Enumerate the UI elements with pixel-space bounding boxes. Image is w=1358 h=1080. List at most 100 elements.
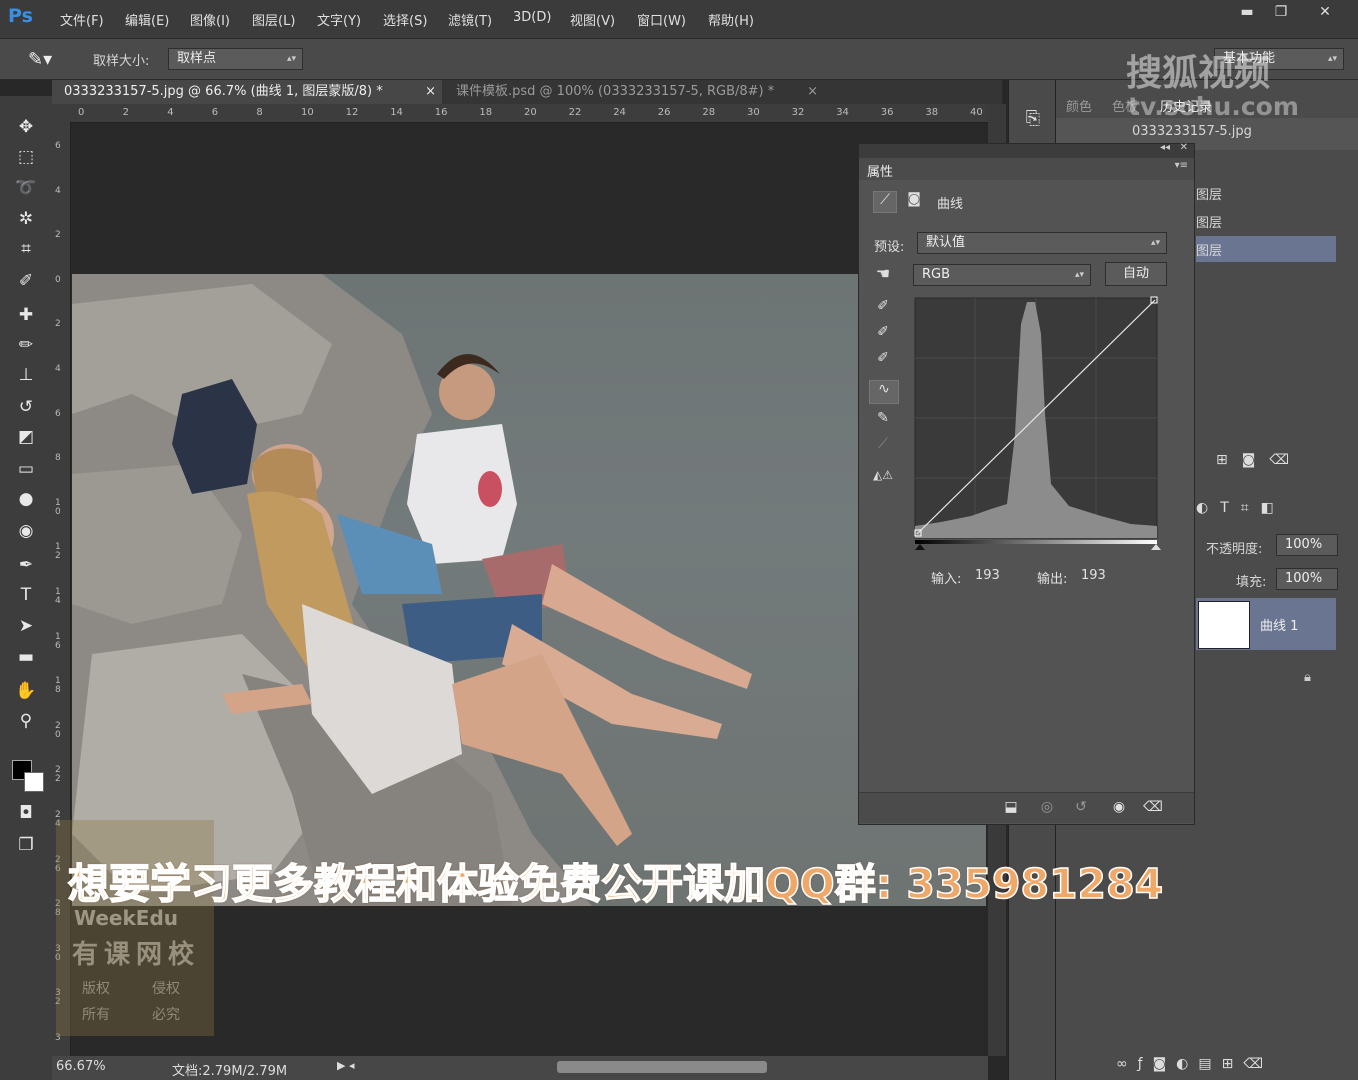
curves-adjustment-icon[interactable]: ⟋ [873, 191, 897, 213]
history-item[interactable]: 图层 [1196, 180, 1336, 206]
fill-input[interactable]: 100% [1276, 568, 1338, 590]
channel-select[interactable]: RGB ▴▾ [913, 264, 1091, 286]
properties-title[interactable]: 属性 [867, 161, 893, 180]
magic-wand-tool-icon[interactable]: ✲ [12, 206, 40, 232]
menu-3d[interactable]: 3D(D) [513, 10, 551, 25]
close-window-button[interactable]: ✕ [1300, 0, 1350, 24]
clone-stamp-tool-icon[interactable]: ⊥ [12, 362, 40, 388]
smooth-curve-icon[interactable]: ⟋ [871, 436, 895, 452]
layer-row-curves[interactable]: 曲线 1 [1196, 598, 1336, 650]
screen-mode-icon[interactable]: ❐ [12, 832, 40, 858]
menu-help[interactable]: 帮助(H) [708, 10, 754, 29]
pencil-draw-icon[interactable]: ✎ [871, 410, 895, 426]
zoom-level[interactable]: 66.67% [56, 1059, 106, 1074]
pen-tool-icon[interactable]: ✒ [12, 552, 40, 578]
delete-icon[interactable]: ⌫ [1141, 799, 1165, 815]
healing-brush-tool-icon[interactable]: ✚ [12, 302, 40, 328]
select-arrows-icon: ▴▾ [1074, 270, 1084, 280]
document-photo[interactable] [72, 274, 986, 906]
tab-close-icon[interactable]: × [425, 80, 436, 104]
sample-size-select[interactable]: 取样点 ▴▾ [168, 48, 303, 70]
ruler-tick-label: 1 0 [55, 497, 61, 517]
path-selection-tool-icon[interactable]: ➤ [12, 613, 40, 639]
sohu-watermark: 搜狐视频 [1126, 53, 1271, 94]
layers-footer-icons[interactable]: ∞ƒ◙◐▤⊞⌫ [1116, 1056, 1356, 1076]
brush-tool-icon[interactable]: ✏ [12, 332, 40, 358]
auto-button[interactable]: 自动 [1105, 262, 1167, 286]
eyedropper-preset-icon[interactable]: ✎▾ [28, 49, 52, 70]
ruler-tick-label: 38 [925, 107, 939, 118]
menu-edit[interactable]: 编辑(E) [125, 10, 169, 29]
restore-button[interactable]: ❐ [1262, 0, 1300, 24]
curves-graph[interactable] [911, 294, 1165, 554]
toolbox: ✥ ⬚ ➰ ✲ ⌗ ✐ ✚ ✏ ⊥ ↺ ◩ ▭ ● ◉ ✒ T ➤ ▬ ✋ ⚲ … [0, 96, 53, 1080]
ruler-tick-label: 14 [390, 107, 403, 118]
history-item[interactable]: 图层 [1196, 208, 1336, 234]
marquee-tool-icon[interactable]: ⬚ [12, 144, 40, 170]
tab-close-icon[interactable]: × [807, 80, 818, 104]
layer-name[interactable]: 曲线 1 [1260, 615, 1298, 634]
view-previous-icon[interactable]: ◎ [1035, 799, 1059, 815]
layer-filter-icons[interactable]: ◐T⌗◧ [1196, 500, 1358, 530]
menu-type[interactable]: 文字(Y) [317, 10, 361, 29]
type-tool-icon[interactable]: T [12, 582, 40, 608]
ruler-tick-label: 2 [55, 319, 61, 330]
black-point-eyedropper-icon[interactable]: ✐ [871, 298, 895, 314]
targeted-adjustment-icon[interactable]: ☚ [869, 264, 897, 286]
menu-layer[interactable]: 图层(L) [252, 10, 295, 29]
ruler-tick-label: 0 [78, 107, 85, 118]
panel-menu-icon[interactable]: ▾≡ [1175, 160, 1188, 171]
ruler-tick-label: 30 [747, 107, 760, 118]
sample-size-label: 取样大小: [93, 54, 150, 69]
opacity-input[interactable]: 100% [1276, 534, 1338, 556]
minimize-button[interactable]: ▬ [1228, 0, 1266, 24]
reset-icon[interactable]: ↺ [1069, 799, 1093, 815]
dodge-tool-icon[interactable]: ◉ [12, 518, 40, 544]
eyedropper-tool-icon[interactable]: ✐ [12, 268, 40, 294]
white-point-eyedropper-icon[interactable]: ✐ [871, 350, 895, 366]
collapse-icon[interactable]: ◂◂ [1160, 142, 1170, 153]
status-bar: 66.67% 文档:2.79M/2.79M ▶ ◂ [52, 1056, 988, 1080]
gray-point-eyedropper-icon[interactable]: ✐ [871, 324, 895, 340]
preset-label: 预设: [874, 240, 905, 255]
ruler-tick-label: 12 [345, 107, 359, 118]
lasso-tool-icon[interactable]: ➰ [12, 175, 40, 201]
rectangle-tool-icon[interactable]: ▬ [12, 644, 40, 670]
history-brush-tool-icon[interactable]: ↺ [12, 394, 40, 420]
zoom-tool-icon[interactable]: ⚲ [12, 708, 40, 734]
eraser-tool-icon[interactable]: ◩ [12, 424, 40, 450]
menu-image[interactable]: 图像(I) [190, 10, 230, 29]
ruler-tick-label: 16 [434, 107, 448, 118]
horizontal-scroll-thumb[interactable] [557, 1061, 767, 1073]
tab-document-template[interactable]: 课件模板.psd @ 100% (0333233157-5, RGB/8#) *… [444, 80, 824, 104]
menu-filter[interactable]: 滤镜(T) [448, 10, 492, 29]
panel-close-icon[interactable]: ✕ [1180, 142, 1188, 153]
move-tool-icon[interactable]: ✥ [12, 114, 40, 140]
gradient-tool-icon[interactable]: ▭ [12, 456, 40, 482]
ruler-tick-label: 24 [613, 107, 626, 118]
blur-tool-icon[interactable]: ● [12, 486, 40, 512]
sample-size-value: 取样点 [177, 51, 217, 66]
menu-view[interactable]: 视图(V) [570, 10, 615, 29]
visibility-eye-icon[interactable]: ◉ [1107, 799, 1131, 815]
history-panel-icon[interactable]: ⎘ [1019, 108, 1047, 136]
quick-mask-icon[interactable]: ◘ [12, 800, 40, 826]
curve-points-icon[interactable]: ∿ [869, 380, 899, 404]
menu-file[interactable]: 文件(F) [60, 10, 104, 29]
mask-icon[interactable]: ◙ [903, 191, 925, 211]
crop-tool-icon[interactable]: ⌗ [12, 236, 40, 262]
hand-tool-icon[interactable]: ✋ [12, 678, 40, 704]
menu-select[interactable]: 选择(S) [383, 10, 427, 29]
preset-select[interactable]: 默认值 ▴▾ [917, 232, 1167, 254]
menu-window[interactable]: 窗口(W) [637, 10, 686, 29]
clipping-warning-icon[interactable]: ◭⚠ [869, 468, 897, 482]
clip-to-layer-icon[interactable]: ⬓ [999, 799, 1023, 815]
history-actions-icons[interactable]: ⊞◙⌫ [1216, 452, 1346, 472]
layer-mask-thumbnail[interactable] [1198, 601, 1250, 649]
tab-document-active[interactable]: 0333233157-5.jpg @ 66.7% (曲线 1, 图层蒙版/8) … [52, 80, 442, 104]
background-color-swatch[interactable] [24, 772, 44, 792]
ruler-tick-label: 28 [702, 107, 716, 118]
tab-color[interactable]: 颜色 [1066, 96, 1092, 115]
status-menu-arrow-icon[interactable]: ▶ ◂ [337, 1059, 354, 1072]
history-item-selected[interactable]: 图层 [1196, 236, 1336, 262]
